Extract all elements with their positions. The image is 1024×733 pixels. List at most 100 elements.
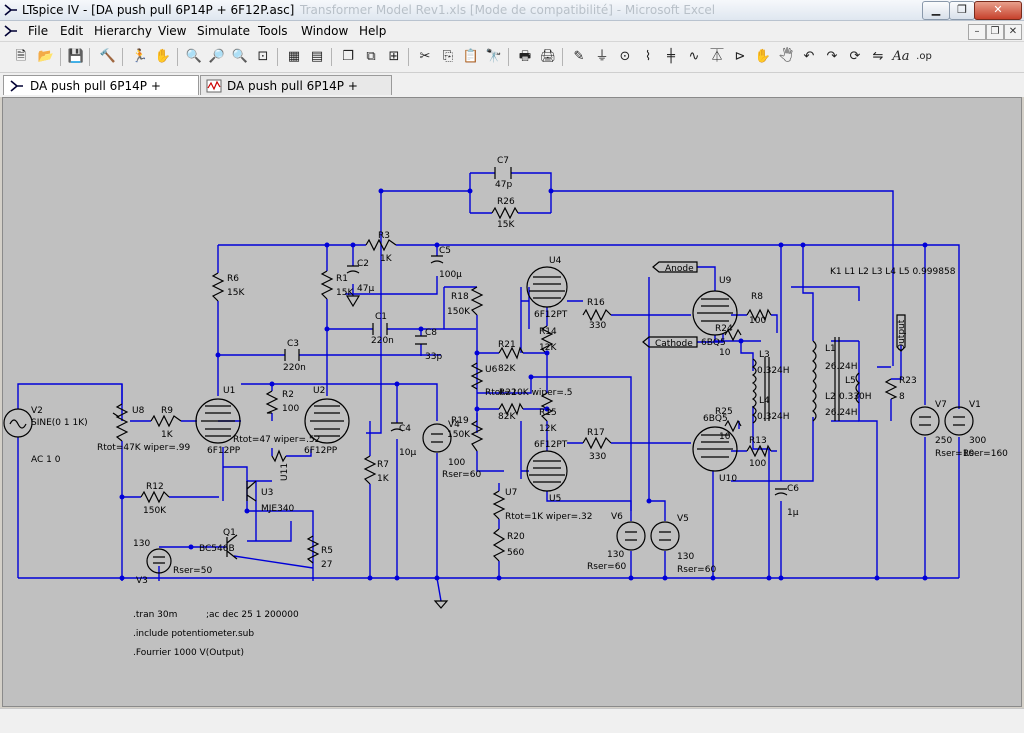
tab-waveform[interactable]: DA push pull 6P14P + 6F12P.raw (200, 75, 392, 113)
move-icon[interactable]: ✋ (754, 48, 772, 66)
label-r21: R21 (498, 340, 516, 350)
value-r15: 12K (539, 424, 557, 434)
mdi-restore-button[interactable]: ❐ (986, 24, 1004, 40)
menu-file[interactable]: File (28, 24, 48, 38)
control-panel-icon[interactable]: 🔨 (99, 48, 117, 66)
spice-directive-icon[interactable]: .op (915, 48, 933, 66)
label-u9: U9 (719, 276, 732, 286)
redo-icon[interactable]: ↷ (823, 48, 841, 66)
window-list-icon[interactable]: ⊞ (385, 48, 403, 66)
value-r9: 1K (161, 430, 174, 440)
label-v4: V4 (448, 420, 460, 430)
drag-icon[interactable]: 🖑 (777, 48, 795, 66)
menu-tools[interactable]: Tools (258, 24, 288, 38)
diode-icon[interactable]: ⏄ (708, 48, 726, 66)
schematic-icon (10, 80, 23, 92)
value-c4: 10µ (399, 448, 416, 458)
save-icon[interactable]: 💾 (67, 48, 85, 66)
draw-wire-icon[interactable]: ✎ (570, 48, 588, 66)
type-q1: BC546B (199, 544, 235, 554)
wires[interactable] (17, 172, 960, 602)
menu-view[interactable]: View (158, 24, 186, 38)
zoom-pan-icon[interactable]: 🔎 (208, 48, 226, 66)
type-u3: MJE340 (261, 504, 295, 514)
value-r19: 150K (447, 430, 471, 440)
label-c1: C1 (375, 312, 387, 322)
zoom-out-icon[interactable]: 🔍 (231, 48, 249, 66)
zoom-fit-icon[interactable]: ⊡ (254, 48, 272, 66)
open-folder-icon[interactable]: 📂 (37, 48, 55, 66)
rser-v5: Rser=60 (677, 565, 716, 575)
close-window-icon[interactable]: ⧉ (362, 48, 380, 66)
directive-tran: .tran 30m ;ac dec 25 1 200000 (133, 610, 299, 620)
label-c3: C3 (287, 339, 299, 349)
menu-simulate[interactable]: Simulate (197, 24, 250, 38)
label-r17: R17 (587, 428, 605, 438)
document-icon[interactable] (4, 24, 18, 38)
tile-vertical-icon[interactable]: ▦ (285, 48, 303, 66)
restore-icon: ❐ (990, 26, 1000, 37)
rotate-icon[interactable]: ⟳ (846, 48, 864, 66)
inductor-icon[interactable]: ∿ (685, 48, 703, 66)
value-c6: 1µ (787, 508, 799, 518)
close-icon: ✕ (1008, 26, 1018, 37)
value-r6: 15K (227, 288, 245, 298)
ground-icon[interactable]: ⏚ (593, 48, 611, 66)
paste-icon[interactable]: 📋 (462, 48, 480, 66)
label-u7: U7 (505, 488, 517, 498)
new-schematic-icon[interactable]: 🗎 (12, 48, 30, 66)
mdi-minimize-button[interactable]: – (968, 24, 986, 40)
directive-include: .include potentiometer.sub (133, 629, 254, 639)
mdi-close-button[interactable]: ✕ (1004, 24, 1022, 40)
label-u1: U1 (223, 386, 235, 396)
label-c7: C7 (497, 156, 509, 166)
value-r21: 82K (498, 364, 516, 374)
copy-icon[interactable]: ⎘ (439, 48, 457, 66)
toolbar: 🗎 📂 💾 🔨 🏃 ✋ 🔍 🔎 🔍 ⊡ ▦ ▤ ❐ ⧉ ⊞ ✂ ⎘ 📋 🔭 🖶 … (0, 42, 1024, 73)
halt-icon[interactable]: ✋ (154, 48, 172, 66)
value-r13: 100 (749, 459, 766, 469)
menu-hierarchy[interactable]: Hierarchy (94, 24, 152, 38)
run-icon[interactable]: 🏃 (131, 48, 149, 66)
undo-icon[interactable]: ↶ (800, 48, 818, 66)
cascade-icon[interactable]: ❐ (339, 48, 357, 66)
minimize-button[interactable]: ▁ (922, 1, 950, 20)
value-r5: 27 (321, 560, 332, 570)
value-r2: 100 (282, 404, 299, 414)
value-c5: 100µ (439, 270, 462, 280)
value-v3: 130 (133, 539, 150, 549)
cut-icon[interactable]: ✂ (416, 48, 434, 66)
background-window-title: Transformer Model Rev1.xls [Mode de comp… (300, 3, 716, 17)
print-icon[interactable]: 🖨 (539, 48, 557, 66)
label-r18: R18 (451, 292, 469, 302)
zoom-in-icon[interactable]: 🔍 (185, 48, 203, 66)
schematic-drawing[interactable]: C7 47p R26 15K R3 1K C5 100µ C2 47µ R1 1… (3, 98, 1021, 706)
label-r14: R14 (539, 327, 557, 337)
schematic-canvas[interactable]: C7 47p R26 15K R3 1K C5 100µ C2 47µ R1 1… (2, 97, 1022, 707)
menu-window[interactable]: Window (301, 24, 348, 38)
restore-button[interactable]: ❐ (949, 1, 975, 20)
value-r22: 82K (498, 412, 516, 422)
resistor-icon[interactable]: ⌇ (639, 48, 657, 66)
find-icon[interactable]: 🔭 (485, 48, 503, 66)
menu-edit[interactable]: Edit (60, 24, 83, 38)
menu-help[interactable]: Help (359, 24, 386, 38)
label-net-icon[interactable]: ⊙ (616, 48, 634, 66)
value-c2: 47µ (357, 284, 374, 294)
label-u6: U6 (485, 365, 498, 375)
tile-horizontal-icon[interactable]: ▤ (308, 48, 326, 66)
print-setup-icon[interactable]: 🖶 (516, 48, 534, 66)
close-button[interactable]: ✕ (974, 1, 1022, 20)
type-u1: 6F12PP (207, 446, 241, 456)
spice-directives[interactable]: .tran 30m ;ac dec 25 1 200000 .include p… (133, 610, 299, 658)
value-l4: 0.324H (757, 412, 790, 422)
label-r12: R12 (146, 482, 164, 492)
text-icon[interactable]: Aa (892, 48, 910, 66)
mirror-icon[interactable]: ⇋ (869, 48, 887, 66)
component-icon[interactable]: ⊳ (731, 48, 749, 66)
value-r24: 10 (719, 348, 731, 358)
tab-schematic[interactable]: DA push pull 6P14P + 6F12P.asc (3, 75, 199, 113)
value-r25: 10 (719, 432, 731, 442)
capacitor-icon[interactable]: ╪ (662, 48, 680, 66)
label-r13: R13 (749, 436, 767, 446)
